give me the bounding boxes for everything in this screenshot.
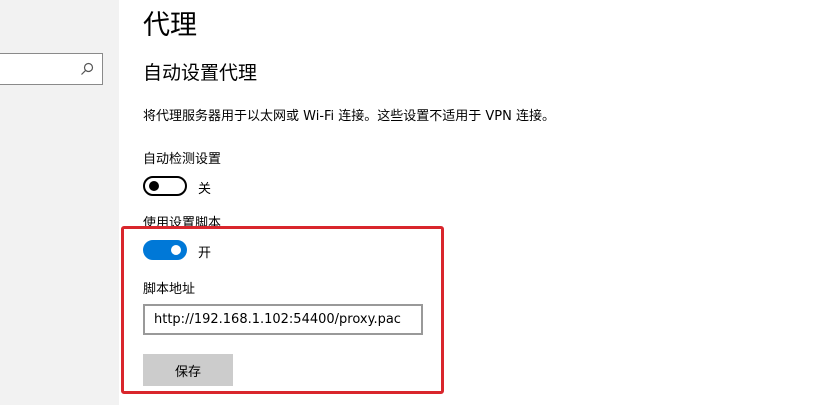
search-icon[interactable] — [80, 62, 94, 76]
setup-script-state: 开 — [198, 246, 212, 261]
section-title: 自动设置代理 — [143, 62, 258, 84]
search-box[interactable] — [0, 53, 103, 85]
toggle-knob — [171, 245, 181, 255]
search-input[interactable] — [0, 54, 79, 84]
proxy-description: 将代理服务器用于以太网或 Wi-Fi 连接。这些设置不适用于 VPN 连接。 — [143, 109, 556, 124]
page-title: 代理 — [143, 10, 197, 41]
toggle-knob — [149, 181, 159, 191]
auto-detect-toggle[interactable] — [143, 176, 187, 196]
script-address-input[interactable] — [143, 304, 423, 335]
sidebar — [0, 0, 119, 405]
auto-detect-state: 关 — [198, 182, 212, 197]
script-address-label: 脚本地址 — [143, 282, 196, 297]
auto-detect-label: 自动检测设置 — [143, 152, 222, 167]
setup-script-toggle[interactable] — [143, 240, 187, 260]
setup-script-label: 使用设置脚本 — [143, 216, 222, 231]
save-button[interactable]: 保存 — [143, 354, 233, 386]
